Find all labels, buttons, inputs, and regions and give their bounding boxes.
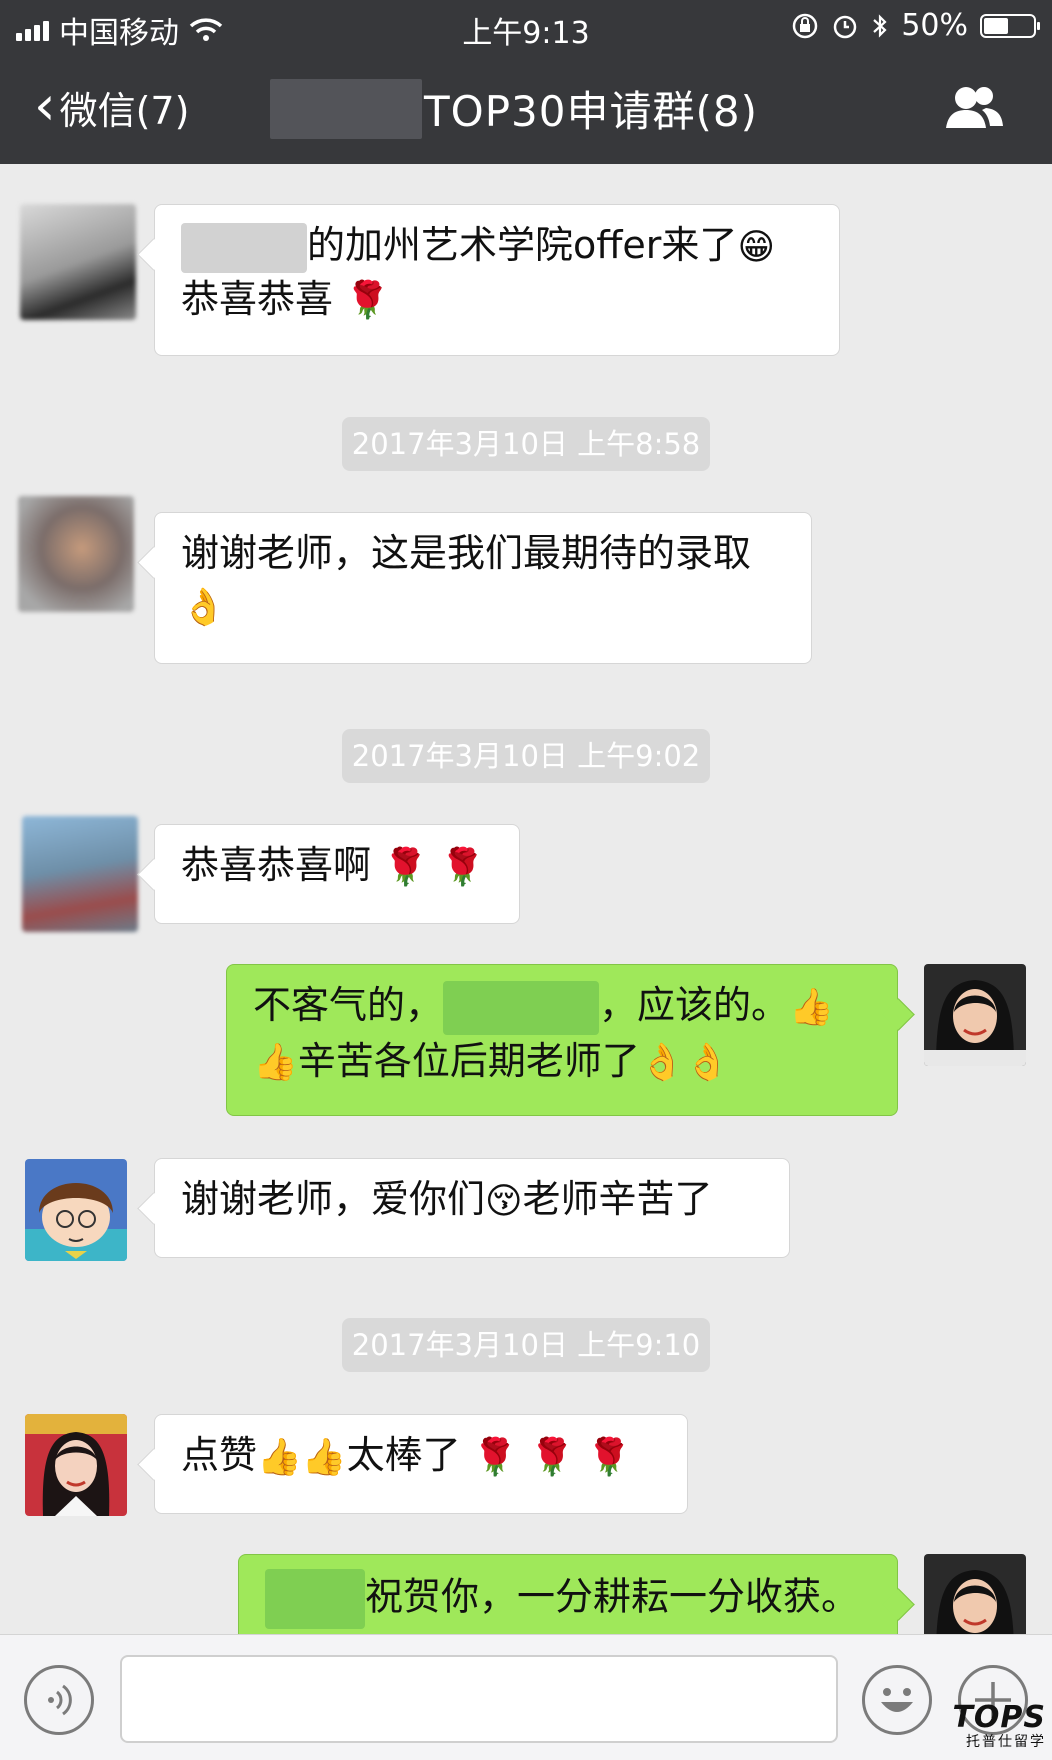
avatar[interactable]: [25, 1159, 127, 1261]
chat-title-text: TOP30申请群(8): [424, 87, 758, 136]
rotation-lock-icon: [793, 13, 818, 38]
message-bubble[interactable]: 的加州艺术学院offer来了😁 恭喜恭喜 🌹: [154, 204, 840, 356]
grin-emoji-icon: 😁: [737, 226, 775, 268]
avatar[interactable]: [22, 816, 138, 932]
avatar-self[interactable]: [924, 964, 1026, 1066]
avatar[interactable]: [20, 204, 136, 320]
message-bubble[interactable]: 恭喜恭喜啊 🌹 🌹: [154, 824, 520, 924]
smiley-icon: [881, 1688, 913, 1712]
message-text: 的加州艺术学院offer来了: [307, 223, 738, 267]
battery-percent: 50%: [901, 8, 968, 43]
status-bar: 中国移动 上午9:13 50%: [0, 0, 1052, 52]
rose-emoji-icon: 🌹: [529, 1436, 575, 1478]
message-text: 祝贺你，一分耕耘一分收获。: [365, 1574, 860, 1619]
message-text: 谢谢老师，这是我们最期待的录取: [181, 531, 752, 575]
back-label: 微信(7): [59, 89, 190, 133]
chat-area[interactable]: 的加州艺术学院offer来了😁 恭喜恭喜 🌹 2017年3月10日 上午8:58…: [0, 164, 1052, 1656]
message-bubble[interactable]: 谢谢老师，爱你们😚老师辛苦了: [154, 1158, 790, 1258]
thumbs-up-emoji-icon: 👍: [257, 1436, 302, 1478]
message-text: 谢谢老师，爱你们: [181, 1177, 486, 1221]
redacted-block: [181, 222, 307, 273]
header: 中国移动 上午9:13 50% ‹ 微信(7) TOP30申请群(8): [0, 0, 1052, 164]
emoji-button[interactable]: [862, 1665, 932, 1735]
battery-icon: [980, 13, 1040, 38]
message-text: 恭喜恭喜啊: [181, 843, 372, 887]
rose-emoji-icon: 🌹: [586, 1436, 632, 1478]
thumbs-up-emoji-icon: 👍: [253, 1042, 298, 1083]
message-text: 恭喜恭喜: [181, 276, 334, 321]
watermark-logo: TOPS 托普仕留学: [952, 1700, 1046, 1751]
thumbs-up-emoji-icon: 👍: [301, 1436, 347, 1478]
rose-emoji-icon: 🌹: [345, 280, 390, 321]
message-bubble-outgoing[interactable]: 不客气的， ，应该的。👍 👍辛苦各位后期老师了👌👌: [226, 964, 898, 1116]
rose-emoji-icon: 🌹: [472, 1436, 518, 1478]
nav-bar: ‹ 微信(7) TOP30申请群(8): [0, 52, 1052, 164]
voice-icon: [48, 1684, 72, 1716]
ok-hand-emoji-icon: 👌: [684, 1042, 730, 1083]
back-button[interactable]: ‹ 微信(7): [34, 73, 190, 137]
ok-hand-emoji-icon: 👌: [181, 586, 226, 628]
message-text: 老师辛苦了: [522, 1177, 713, 1221]
timestamp: 2017年3月10日 上午9:10: [342, 1318, 710, 1372]
redacted-block: [270, 78, 422, 139]
rose-emoji-icon: 🌹: [440, 846, 485, 888]
avatar[interactable]: [25, 1414, 127, 1516]
message-text: 辛苦各位后期老师了: [297, 1038, 640, 1083]
watermark-subtitle: 托普仕留学: [966, 1734, 1046, 1750]
voice-input-button[interactable]: [24, 1665, 94, 1735]
message-text: 太棒了: [346, 1433, 461, 1477]
group-members-icon[interactable]: [942, 82, 1006, 132]
timestamp: 2017年3月10日 上午9:02: [342, 729, 710, 783]
timestamp: 2017年3月10日 上午8:58: [342, 417, 710, 471]
ok-hand-emoji-icon: 👌: [639, 1042, 685, 1083]
redacted-block: [443, 980, 600, 1035]
avatar[interactable]: [18, 496, 134, 612]
message-bubble[interactable]: 谢谢老师，这是我们最期待的录取 👌: [154, 512, 812, 664]
bluetooth-icon: [873, 13, 887, 38]
message-text: 不客气的，: [253, 983, 444, 1027]
message-bubble[interactable]: 点赞👍👍太棒了 🌹 🌹 🌹: [154, 1414, 688, 1514]
message-input[interactable]: [120, 1655, 838, 1743]
redacted-block: [265, 1569, 365, 1629]
watermark-logo-text: TOPS: [952, 1700, 1046, 1735]
message-text: 点赞: [181, 1433, 258, 1477]
alarm-icon: [834, 15, 857, 38]
message-text: ，应该的。: [599, 983, 790, 1027]
input-bar: [0, 1634, 1052, 1760]
rose-emoji-icon: 🌹: [383, 846, 428, 888]
kiss-emoji-icon: 😚: [485, 1180, 523, 1222]
chat-title: TOP30申请群(8): [270, 78, 758, 139]
thumbs-up-emoji-icon: 👍: [789, 986, 834, 1028]
chevron-left-icon: ‹: [34, 73, 56, 137]
